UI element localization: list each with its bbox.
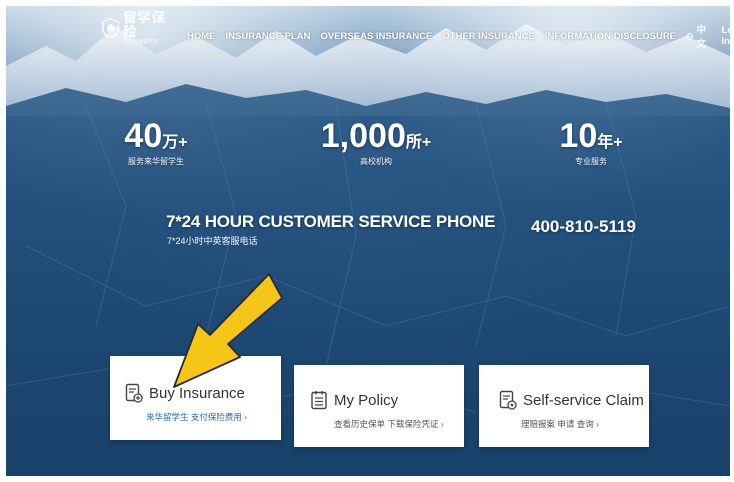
buy-insurance-card[interactable]: Buy Insurance 来华留学生 支付保险费用 › (110, 356, 281, 440)
stat-value: 1,000 (320, 117, 406, 155)
nav-overseas-insurance[interactable]: OVERSEAS INSURANCE (320, 31, 432, 42)
nav-home[interactable]: HOME (187, 31, 216, 42)
card-description[interactable]: 来华留学生 支付保险费用 › (146, 411, 247, 423)
shield-logo-icon (102, 17, 120, 39)
stat-years: 10年+ 专业服务 (546, 118, 636, 167)
stat-label: 专业服务 (575, 157, 607, 166)
card-title: Self-service Claim (523, 391, 644, 409)
stat-unit: 年+ (597, 134, 623, 151)
stat-label: 高校机构 (360, 157, 392, 166)
my-policy-card[interactable]: My Policy 查看历史保单 下载保险凭证 › (294, 365, 464, 447)
self-service-claim-card[interactable]: Self-service Claim 理赔报案 申请 查询 › (479, 365, 649, 447)
service-title: 7*24 HOUR CUSTOMER SERVICE PHONE (166, 212, 496, 231)
card-description[interactable]: 查看历史保单 下载保险凭证 › (334, 418, 444, 430)
hero-banner: 留学保险 在华外籍留学生 HOME INSURANCE PLAN OVERSEA… (6, 6, 730, 476)
site-logo[interactable]: 留学保险 在华外籍留学生 (102, 9, 172, 45)
logo-subtitle: 在华外籍留学生 (123, 38, 159, 45)
language-switch[interactable]: 中文 (686, 22, 710, 50)
login-link[interactable]: Log In (722, 25, 730, 47)
policy-list-icon (311, 391, 327, 410)
stat-value: 40 (124, 117, 163, 155)
main-nav: HOME INSURANCE PLAN OVERSEAS INSURANCE O… (187, 22, 730, 50)
service-phone[interactable]: 400-810-5119 (531, 217, 636, 237)
nav-insurance-plan[interactable]: INSURANCE PLAN (226, 31, 311, 42)
card-title: My Policy (334, 391, 399, 409)
stat-label: 服务来华留学生 (128, 157, 184, 166)
globe-icon (686, 32, 694, 40)
stat-unit: 万+ (162, 134, 188, 151)
stat-students: 40万+ 服务来华留学生 (106, 118, 206, 167)
logo-title: 留学保险 (123, 9, 166, 39)
card-description[interactable]: 理赔报案 申请 查询 › (521, 418, 599, 430)
nav-information-disclosure[interactable]: INFORMATION DISCLOSURE (545, 31, 676, 42)
insurance-plus-icon (125, 383, 143, 403)
claim-document-icon (499, 390, 517, 410)
service-subtitle: 7*24小时中英客服电话 (167, 236, 258, 246)
stat-unit: 所+ (405, 134, 432, 151)
language-label: 中文 (696, 25, 707, 50)
stat-value: 10 (559, 117, 598, 155)
card-title: Buy Insurance (149, 384, 245, 402)
stat-institutions: 1,000所+ 高校机构 (316, 118, 436, 167)
nav-other-insurance[interactable]: OTHER INSURANCE (442, 31, 534, 42)
